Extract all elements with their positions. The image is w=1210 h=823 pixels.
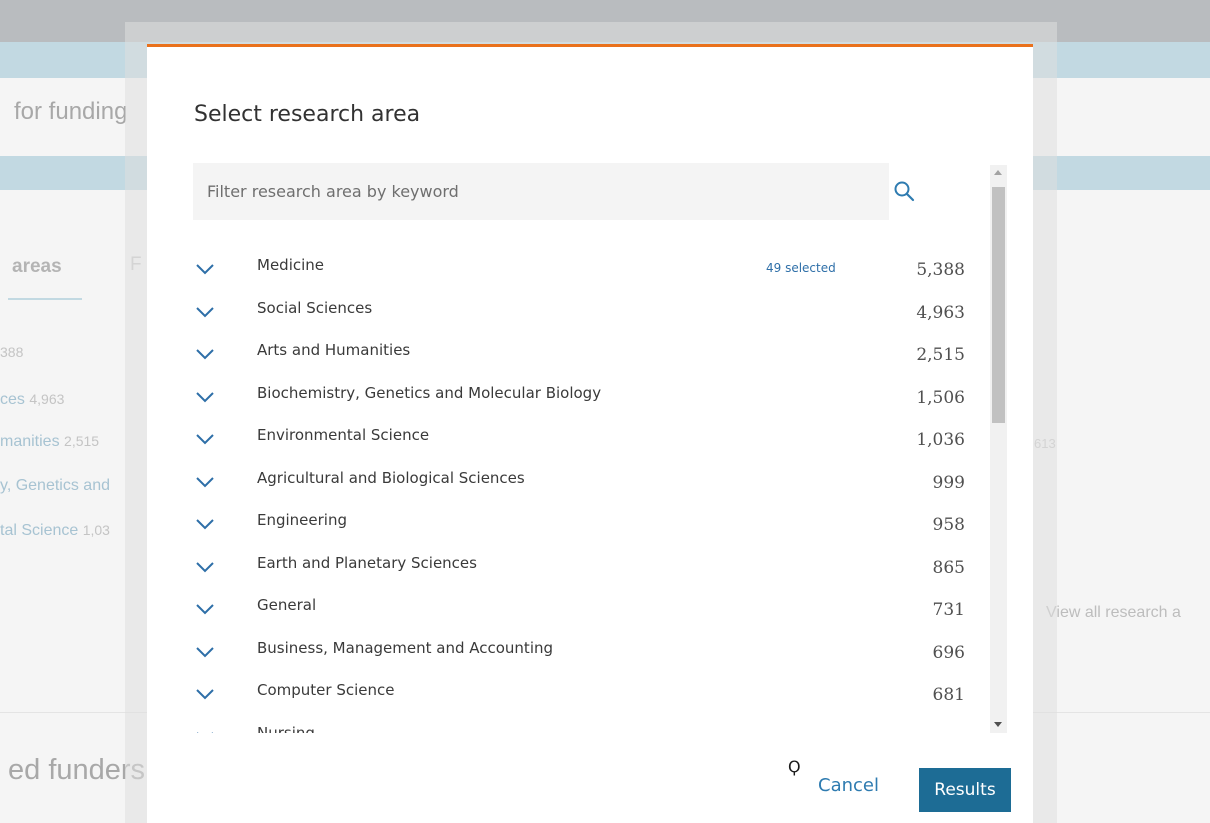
background-area-item: tal Science 1,03	[0, 522, 110, 540]
research-area-count: 865	[932, 557, 965, 578]
chevron-down-icon[interactable]	[195, 348, 215, 360]
research-area-name: Environmental Science	[257, 426, 430, 444]
research-area-row-computer-science[interactable]: Computer Science 681	[193, 668, 983, 711]
research-area-count: 1,036	[916, 430, 965, 450]
research-area-row-agricultural[interactable]: Agricultural and Biological Sciences 999	[193, 456, 983, 499]
background-view-all-link: View all research a	[1046, 604, 1181, 621]
research-area-row-medicine[interactable]: Medicine 49 selected 5,388	[193, 243, 983, 286]
research-area-count: 4,963	[916, 302, 965, 323]
chevron-down-icon[interactable]	[195, 263, 215, 275]
scroll-down-arrow-icon[interactable]	[994, 722, 1002, 727]
research-area-row-arts-humanities[interactable]: Arts and Humanities 2,515	[193, 328, 983, 371]
research-area-row-social-sciences[interactable]: Social Sciences 4,963	[193, 286, 983, 329]
research-area-name: Business, Management and Accounting	[257, 638, 554, 657]
chevron-down-icon[interactable]	[195, 731, 215, 734]
research-area-row-earth-planetary[interactable]: Earth and Planetary Sciences 865	[193, 541, 983, 584]
chevron-down-icon[interactable]	[195, 391, 215, 403]
chevron-down-icon[interactable]	[195, 561, 215, 573]
research-area-row-environmental-science[interactable]: Environmental Science 1,036	[193, 413, 983, 456]
research-area-name: Agricultural and Biological Sciences	[257, 468, 525, 487]
research-area-row-biochemistry[interactable]: Biochemistry, Genetics and Molecular Bio…	[193, 371, 983, 414]
chevron-down-icon[interactable]	[195, 476, 215, 488]
research-area-row-nursing[interactable]: Nursing	[193, 711, 983, 734]
research-area-row-business[interactable]: Business, Management and Accounting 696	[193, 626, 983, 669]
background-area-item: manities 2,515	[0, 433, 99, 451]
research-area-name: Engineering	[257, 511, 347, 529]
search-icon[interactable]	[893, 180, 915, 202]
research-area-name: Arts and Humanities	[257, 341, 411, 359]
background-search-heading: for funding	[14, 98, 128, 125]
scroll-up-arrow-icon[interactable]	[994, 170, 1002, 175]
background-area-count: 4,963	[29, 391, 65, 407]
research-area-name: Medicine	[257, 256, 325, 274]
results-button[interactable]: Results	[919, 768, 1011, 812]
background-area-label: ces	[0, 391, 25, 408]
research-area-name: Biochemistry, Genetics and Molecular Bio…	[257, 383, 602, 402]
research-area-list: Medicine 49 selected 5,388 Social Scienc…	[193, 243, 983, 733]
research-area-count: 5,388	[916, 260, 965, 280]
background-area-item: ces 4,963	[0, 391, 64, 409]
chevron-down-icon[interactable]	[195, 603, 215, 615]
chevron-down-icon[interactable]	[195, 433, 215, 445]
research-area-count: 958	[932, 515, 965, 535]
research-area-count: 1,506	[916, 387, 965, 408]
research-area-name: Social Sciences	[257, 298, 373, 317]
research-area-count: 999	[932, 472, 965, 493]
research-area-name: General	[257, 596, 317, 614]
background-area-label: tal Science	[0, 522, 79, 539]
filter-research-area-input[interactable]	[193, 163, 889, 220]
background-tab-research-areas: areas	[12, 256, 62, 277]
background-tab-underline	[8, 298, 82, 300]
chevron-down-icon[interactable]	[195, 518, 215, 530]
background-area-count: 1,03	[82, 522, 110, 538]
background-area-count: 388	[0, 344, 24, 360]
background-area-count: 2,515	[64, 433, 100, 449]
chevron-down-icon[interactable]	[195, 646, 215, 658]
research-area-name: Computer Science	[257, 681, 395, 699]
chevron-down-icon[interactable]	[195, 306, 215, 318]
background-area-item: y, Genetics and	[0, 477, 110, 495]
background-area-item: 388	[0, 344, 23, 362]
scrollbar-thumb[interactable]	[992, 187, 1005, 423]
research-area-count: 2,515	[916, 345, 965, 365]
research-area-count: 681	[932, 685, 965, 705]
background-area-label: y, Genetics and	[0, 477, 110, 494]
research-area-row-general[interactable]: General 731	[193, 583, 983, 626]
research-area-row-engineering[interactable]: Engineering 958	[193, 498, 983, 541]
list-scrollbar[interactable]	[990, 165, 1007, 733]
research-area-count: 696	[932, 642, 965, 663]
research-area-name: Earth and Planetary Sciences	[257, 553, 477, 572]
background-area-label: manities	[0, 433, 60, 450]
filter-box	[193, 163, 889, 220]
selected-count-badge: 49 selected	[766, 261, 836, 275]
research-area-name: Nursing	[257, 723, 315, 734]
dialog-title: Select research area	[194, 102, 421, 127]
busy-cursor-icon: Ϙ	[788, 757, 801, 776]
chevron-down-icon[interactable]	[195, 688, 215, 700]
cancel-button[interactable]: Cancel	[818, 775, 879, 796]
select-research-area-dialog: Select research area Medicine 49 selecte…	[147, 44, 1033, 823]
research-area-count: 731	[932, 600, 965, 620]
